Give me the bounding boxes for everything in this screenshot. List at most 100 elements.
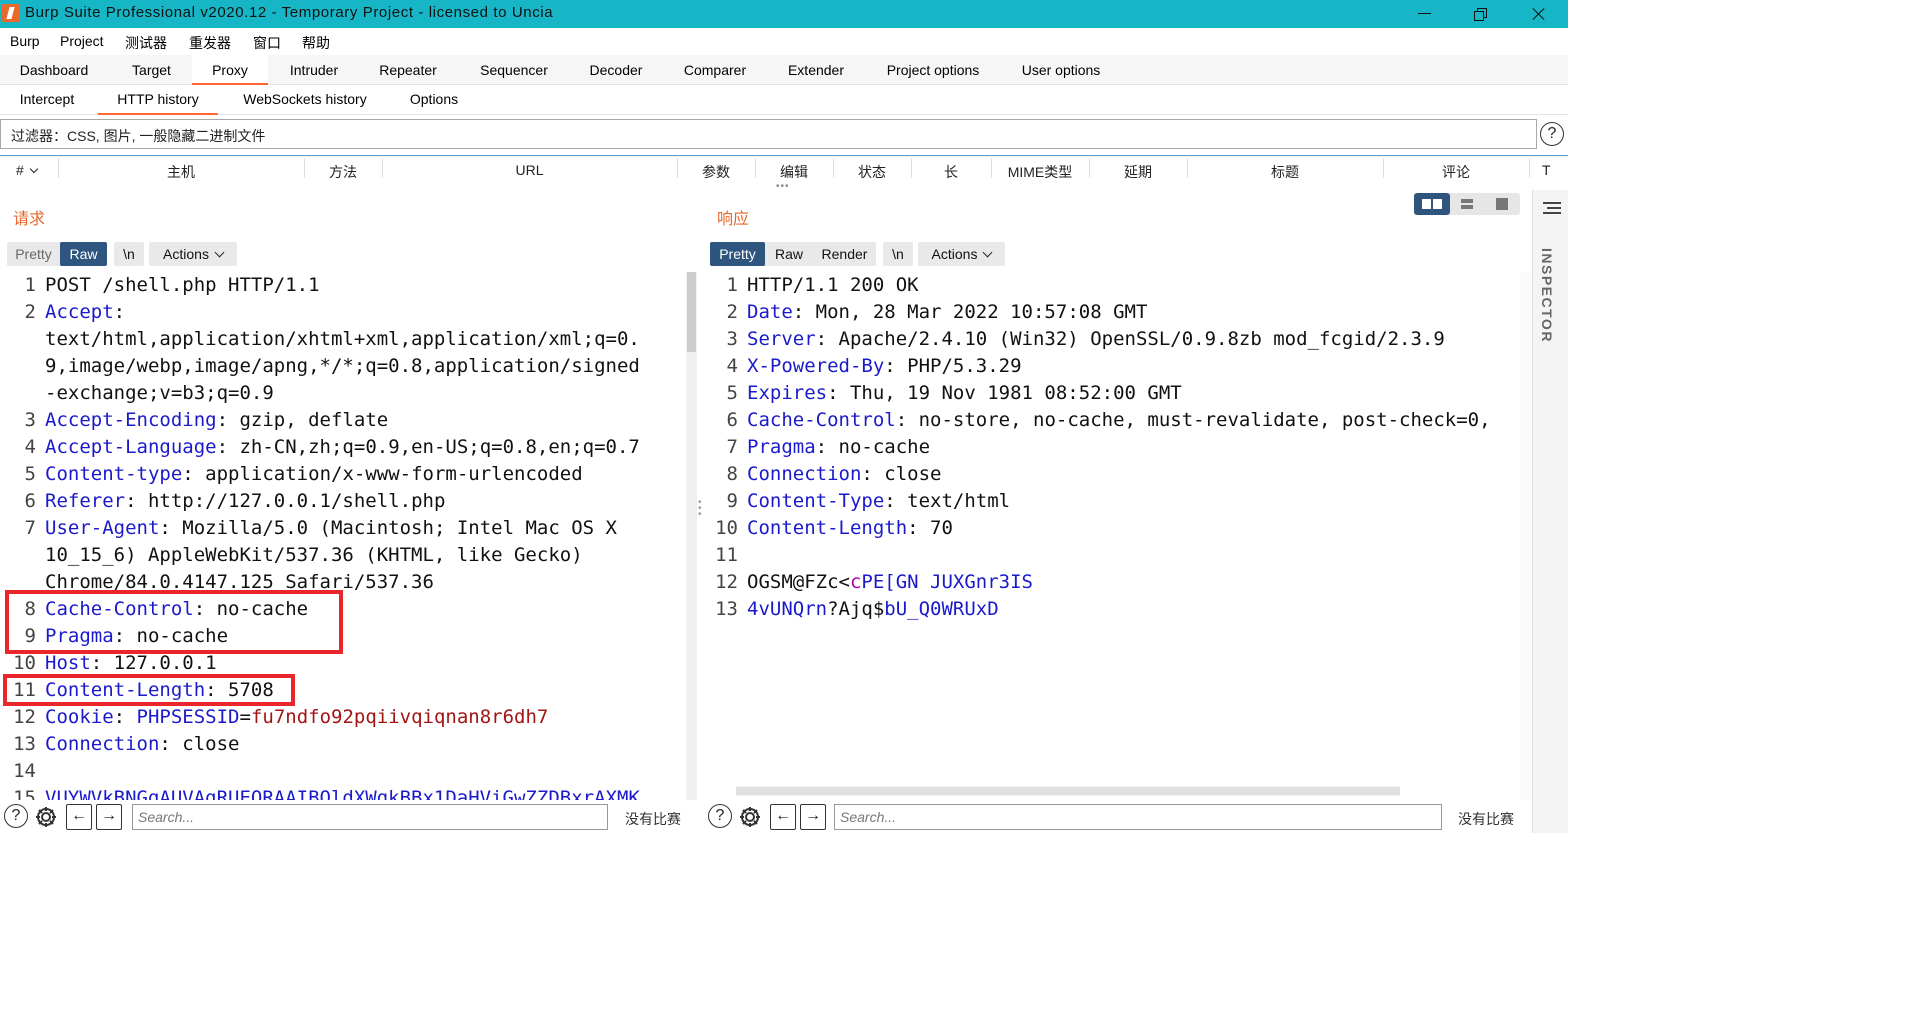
- restore-button[interactable]: [1452, 0, 1510, 28]
- header-name: Cookie: [45, 706, 114, 728]
- tab-intruder[interactable]: Intruder: [276, 55, 352, 85]
- header-name: Date: [747, 301, 793, 323]
- previous-match-button[interactable]: ←: [66, 804, 92, 830]
- request-scrollbar[interactable]: [686, 272, 697, 800]
- main-tabs: Dashboard Target Proxy Intruder Repeater…: [0, 55, 1568, 85]
- request-raw-button[interactable]: Raw: [60, 242, 107, 266]
- help-icon[interactable]: ?: [4, 804, 28, 828]
- previous-match-button[interactable]: ←: [770, 804, 796, 830]
- line-number: 15: [13, 787, 36, 800]
- gear-icon[interactable]: [33, 804, 59, 830]
- next-match-button[interactable]: →: [96, 804, 122, 830]
- response-search-field[interactable]: [834, 804, 1442, 830]
- code-text: POST /shell.php HTTP/1.1: [45, 274, 320, 296]
- minimize-button[interactable]: [1396, 0, 1454, 28]
- tab-extender[interactable]: Extender: [776, 55, 856, 85]
- request-body: VUYWVkBNGgAUVAgRUEQRAAIBQldXWgkBBx1DaHVi…: [45, 787, 640, 800]
- code-line: OGSM@FZc<cPE[GN JUXGnr3IS: [747, 569, 1033, 596]
- layout-tabs-button[interactable]: [1484, 193, 1520, 215]
- response-h-scrollbar[interactable]: [736, 786, 1400, 796]
- request-search-field[interactable]: [132, 804, 608, 830]
- columns-icon: [1422, 199, 1431, 209]
- header-value: PHP/5.3.29: [895, 355, 1022, 377]
- col-number[interactable]: #: [16, 162, 38, 178]
- tab-repeater[interactable]: Repeater: [368, 55, 448, 85]
- col-method[interactable]: 方法: [304, 162, 382, 182]
- code-line: Server: Apache/2.4.10 (Win32) OpenSSL/0.…: [747, 328, 1445, 350]
- col-host[interactable]: 主机: [58, 162, 304, 182]
- response-search-input[interactable]: [835, 805, 1441, 829]
- help-icon[interactable]: ?: [1540, 122, 1564, 146]
- col-mime-type[interactable]: MIME类型: [991, 162, 1089, 182]
- col-url[interactable]: URL: [382, 162, 677, 178]
- response-pane-title: 响应: [717, 209, 750, 228]
- request-newline-toggle[interactable]: \n: [114, 242, 144, 266]
- tab-user-options[interactable]: User options: [1010, 55, 1112, 85]
- col-params[interactable]: 参数: [677, 162, 755, 182]
- response-actions-dropdown[interactable]: Actions: [918, 242, 1005, 266]
- history-table-header: # 主机 方法 URL 参数 编辑 状态 长 MIME类型 延期 标题 评论 T: [0, 155, 1568, 182]
- response-raw-button[interactable]: Raw: [765, 242, 813, 266]
- line-number: 10: [13, 652, 36, 674]
- tab-decoder[interactable]: Decoder: [578, 55, 654, 85]
- cookie-value: fu7ndfo92pqiivqiqnan8r6dh7: [250, 706, 549, 728]
- menu-window[interactable]: 窗口: [253, 33, 281, 53]
- col-title[interactable]: 标题: [1187, 162, 1383, 182]
- code-text: text/html,application/xhtml+xml,applicat…: [45, 328, 640, 350]
- layout-stacked-button[interactable]: [1449, 193, 1485, 215]
- request-pretty-button[interactable]: Pretty: [7, 242, 60, 266]
- code-segment: PE[GN JUXGnr3IS: [861, 571, 1033, 593]
- response-pretty-button[interactable]: Pretty: [710, 242, 765, 266]
- col-status[interactable]: 状态: [833, 162, 911, 182]
- help-icon[interactable]: ?: [708, 804, 732, 828]
- tab-intercept[interactable]: Intercept: [8, 85, 86, 115]
- layout-side-by-side-button[interactable]: [1414, 193, 1450, 215]
- code-line: Connection: close: [747, 463, 942, 485]
- split-handle-icon[interactable]: •••: [776, 181, 790, 192]
- line-number: 12: [715, 571, 738, 593]
- code-line: User-Agent: Mozilla/5.0 (Macintosh; Inte…: [45, 517, 617, 539]
- menu-tester[interactable]: 测试器: [125, 33, 167, 53]
- response-newline-toggle[interactable]: \n: [883, 242, 913, 266]
- inspector-menu-icon[interactable]: [1543, 202, 1561, 217]
- code-line: HTTP/1.1 200 OK: [747, 272, 919, 299]
- tab-http-history[interactable]: HTTP history: [98, 85, 218, 115]
- code-line: Content-Length: 70: [747, 517, 953, 539]
- col-extension[interactable]: 延期: [1089, 162, 1187, 182]
- request-editor[interactable]: 1 POST /shell.php HTTP/1.1 2 Accept: text/ht…: [8, 272, 684, 800]
- pane-split-handle-icon[interactable]: • • •: [698, 498, 702, 520]
- response-editor[interactable]: 1 HTTP/1.1 200 OK 2 Date: Mon, 28 Mar 2022 …: [710, 272, 1532, 800]
- col-comment[interactable]: 评论: [1383, 162, 1529, 182]
- col-edited[interactable]: 编辑: [755, 162, 833, 182]
- menu-repeater[interactable]: 重发器: [189, 33, 231, 53]
- request-actions-dropdown[interactable]: Actions: [149, 242, 237, 266]
- code-text: 9,image/webp,image/apng,*/*;q=0.8,applic…: [45, 355, 640, 377]
- tab-comparer[interactable]: Comparer: [672, 55, 758, 85]
- col-tls[interactable]: T: [1542, 162, 1551, 178]
- response-scrollbar[interactable]: [1520, 272, 1531, 800]
- line-number: 4: [726, 355, 738, 377]
- request-search-input[interactable]: [133, 805, 607, 829]
- col-length[interactable]: 长: [911, 162, 991, 182]
- header-value: Mon, 28 Mar 2022 10:57:08 GMT: [804, 301, 1148, 323]
- tab-proxy[interactable]: Proxy: [192, 55, 268, 85]
- menu-project[interactable]: Project: [60, 33, 104, 49]
- tab-project-options[interactable]: Project options: [874, 55, 992, 85]
- line-number: 1: [24, 274, 36, 296]
- next-match-button[interactable]: →: [800, 804, 826, 830]
- menu-help[interactable]: 帮助: [302, 33, 330, 53]
- filter-bar[interactable]: 过滤器：CSS, 图片, 一般隐藏二进制文件: [0, 119, 1537, 149]
- tab-target[interactable]: Target: [113, 55, 190, 85]
- tab-sequencer[interactable]: Sequencer: [468, 55, 560, 85]
- response-render-button[interactable]: Render: [813, 242, 876, 266]
- layout-toggle: [1414, 193, 1520, 215]
- gear-icon[interactable]: [737, 804, 763, 830]
- inspector-panel[interactable]: INSPECTOR: [1532, 190, 1568, 833]
- tab-dashboard[interactable]: Dashboard: [8, 55, 100, 85]
- close-button[interactable]: [1510, 0, 1568, 28]
- tab-websockets-history[interactable]: WebSockets history: [228, 85, 382, 115]
- request-scroll-thumb[interactable]: [687, 272, 696, 352]
- menu-burp[interactable]: Burp: [10, 33, 40, 49]
- code-text: -exchange;v=b3;q=0.9: [45, 382, 274, 404]
- tab-options[interactable]: Options: [396, 85, 472, 115]
